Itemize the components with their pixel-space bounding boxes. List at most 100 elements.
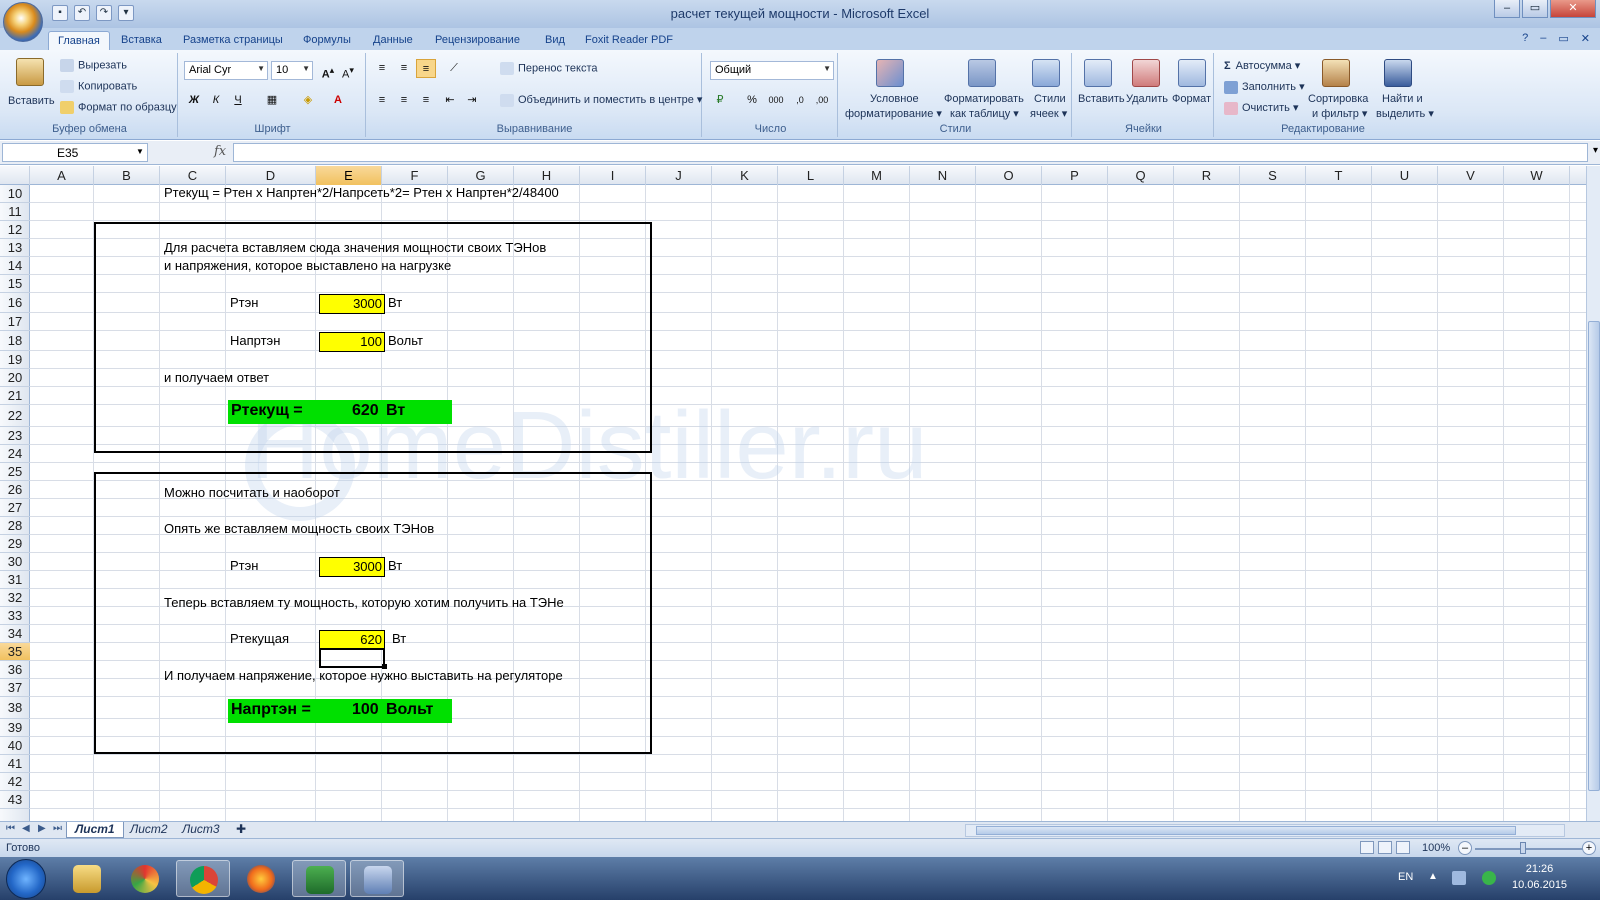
- increase-indent-icon[interactable]: ⇥: [462, 91, 482, 110]
- thousands-button[interactable]: 000: [766, 91, 786, 110]
- worksheet-grid[interactable]: ABCDEFGHIJKLMNOPQRSTUVW 10 11 12 13 14 15 16 17…: [0, 166, 1586, 821]
- paste-icon[interactable]: [16, 58, 44, 86]
- column-header-G[interactable]: G: [448, 166, 514, 185]
- insert-cells-icon[interactable]: [1084, 59, 1112, 87]
- next-sheet-icon[interactable]: ▶: [38, 823, 46, 834]
- tab-foxit[interactable]: Foxit Reader PDF: [576, 31, 682, 49]
- row-header-22[interactable]: 22: [0, 405, 30, 427]
- column-header-V[interactable]: V: [1438, 166, 1504, 185]
- align-left-icon[interactable]: ≡: [372, 91, 392, 110]
- delete-cells-button[interactable]: Удалить: [1126, 93, 1168, 105]
- column-header-P[interactable]: P: [1042, 166, 1108, 185]
- column-header-H[interactable]: H: [514, 166, 580, 185]
- ribbon-restore-icon[interactable]: ▭: [1558, 32, 1568, 45]
- row-header-15[interactable]: 15: [0, 275, 30, 293]
- font-color-icon[interactable]: A: [328, 91, 348, 110]
- merge-center-button[interactable]: Объединить и поместить в центре ▾: [500, 93, 702, 107]
- sort-filter-button[interactable]: Сортировка: [1308, 93, 1368, 105]
- underline-button[interactable]: Ч: [228, 91, 248, 110]
- row-header-23[interactable]: 23: [0, 427, 30, 445]
- row-header-12[interactable]: 12: [0, 221, 30, 239]
- shrink-font-button[interactable]: A▾: [338, 61, 358, 81]
- row-header-33[interactable]: 33: [0, 607, 30, 625]
- find-select-button[interactable]: Найти и: [1382, 93, 1423, 105]
- row-header-17[interactable]: 17: [0, 313, 30, 331]
- italic-button[interactable]: К: [206, 91, 226, 110]
- binoculars-icon[interactable]: [1384, 59, 1412, 87]
- row-header-18[interactable]: 18: [0, 331, 30, 351]
- insert-function-icon[interactable]: fx: [214, 144, 226, 159]
- horizontal-scroll-thumb[interactable]: [976, 826, 1516, 835]
- row-header-27[interactable]: 27: [0, 499, 30, 517]
- cell-styles-button-2[interactable]: ячеек ▾: [1030, 107, 1067, 120]
- sheet-tab-3[interactable]: Лист3: [174, 822, 228, 838]
- start-button[interactable]: [6, 859, 46, 899]
- increase-decimal-icon[interactable]: ,0: [790, 91, 810, 110]
- decrease-decimal-icon[interactable]: ,00: [812, 91, 832, 110]
- row-header-29[interactable]: 29: [0, 535, 30, 553]
- conditional-formatting-button[interactable]: Условное: [870, 93, 919, 105]
- column-header-K[interactable]: K: [712, 166, 778, 185]
- sort-filter-button-2[interactable]: и фильтр ▾: [1312, 107, 1367, 120]
- row-header-19[interactable]: 19: [0, 351, 30, 369]
- zoom-out-icon[interactable]: –: [1458, 841, 1472, 855]
- font-size-select[interactable]: 10 ▼: [271, 61, 313, 80]
- align-center-icon[interactable]: ≡: [394, 91, 414, 110]
- vertical-scroll-thumb[interactable]: [1588, 321, 1600, 791]
- help-icon[interactable]: ?: [1522, 32, 1528, 45]
- orientation-icon[interactable]: ⟋: [444, 59, 464, 78]
- zoom-slider-knob[interactable]: [1520, 842, 1526, 854]
- row-header-21[interactable]: 21: [0, 387, 30, 405]
- sheet-tab-1[interactable]: Лист1: [66, 822, 124, 838]
- block1-voltage-input[interactable]: 100: [319, 332, 385, 352]
- minimize-button[interactable]: –: [1494, 0, 1520, 18]
- borders-icon[interactable]: ▦: [262, 91, 282, 110]
- row-header-37[interactable]: 37: [0, 679, 30, 697]
- column-header-N[interactable]: N: [910, 166, 976, 185]
- column-header-I[interactable]: I: [580, 166, 646, 185]
- sheet-tab-2[interactable]: Лист2: [122, 822, 176, 838]
- tab-page-layout[interactable]: Разметка страницы: [174, 31, 292, 49]
- row-header-28[interactable]: 28: [0, 517, 30, 535]
- delete-cells-icon[interactable]: [1132, 59, 1160, 87]
- prev-sheet-icon[interactable]: ◀: [22, 823, 30, 834]
- taskbar-explorer[interactable]: [60, 860, 114, 897]
- row-header-31[interactable]: 31: [0, 571, 30, 589]
- row-header-35[interactable]: 35: [0, 643, 30, 661]
- row-header-43[interactable]: 43: [0, 791, 30, 809]
- block2-current-input[interactable]: 620: [319, 630, 385, 650]
- normal-view-icon[interactable]: [1360, 841, 1374, 854]
- copy-button[interactable]: Копировать: [60, 80, 137, 93]
- taskbar-chrome[interactable]: [176, 860, 230, 897]
- cell-styles-button[interactable]: Стили: [1034, 93, 1066, 105]
- close-button[interactable]: ✕: [1550, 0, 1596, 18]
- wrap-text-button[interactable]: Перенос текста: [500, 62, 598, 75]
- row-header-42[interactable]: 42: [0, 773, 30, 791]
- taskbar-app-2[interactable]: [118, 860, 172, 897]
- tab-view[interactable]: Вид: [536, 31, 574, 49]
- row-header-25[interactable]: 25: [0, 463, 30, 481]
- restore-button[interactable]: ▭: [1522, 0, 1548, 18]
- row-header-26[interactable]: 26: [0, 481, 30, 499]
- network-icon[interactable]: [1452, 871, 1466, 885]
- zoom-in-icon[interactable]: +: [1582, 841, 1596, 855]
- row-header-38[interactable]: 38: [0, 697, 30, 719]
- column-header-S[interactable]: S: [1240, 166, 1306, 185]
- taskbar-app-6[interactable]: [350, 860, 404, 897]
- page-layout-view-icon[interactable]: [1378, 841, 1392, 854]
- office-button[interactable]: [3, 2, 43, 42]
- grow-font-button[interactable]: A▴: [318, 61, 338, 81]
- row-header-10[interactable]: 10: [0, 185, 30, 203]
- font-name-select[interactable]: Arial Cyr ▼: [184, 61, 268, 80]
- ribbon-close-icon[interactable]: ✕: [1581, 32, 1590, 45]
- clock[interactable]: 21:26 10.06.2015: [1512, 861, 1567, 893]
- format-cells-button[interactable]: Формат: [1172, 93, 1211, 105]
- taskbar-firefox[interactable]: [234, 860, 288, 897]
- row-header-32[interactable]: 32: [0, 589, 30, 607]
- active-cell-selection[interactable]: [319, 648, 385, 668]
- block2-power-input[interactable]: 3000: [319, 557, 385, 577]
- column-header-M[interactable]: M: [844, 166, 910, 185]
- row-header-36[interactable]: 36: [0, 661, 30, 679]
- page-break-view-icon[interactable]: [1396, 841, 1410, 854]
- insert-sheet-icon[interactable]: ✚: [228, 822, 254, 838]
